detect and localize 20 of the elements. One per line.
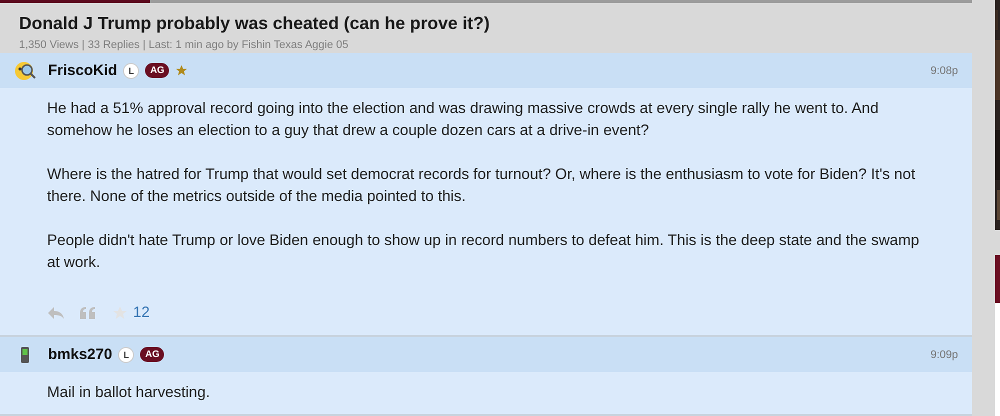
thread-meta: 1,350 Views | 33 Replies | Last: 1 min ago by Fishin Texas Aggie 05 [19, 39, 350, 52]
post-paragraph: He had a 51% approval record going into the election and was drawing massive crowds at every single rally he went to. And somehow he loses an election to a guy that drew a couple dozen cars at a drive-in event? [47, 99, 880, 141]
level-badge: L [123, 62, 140, 78]
username-link[interactable]: FriscoKid [48, 62, 118, 79]
post-time: 9:08p [930, 64, 958, 76]
like-count: 12 [133, 304, 150, 321]
quote-icon[interactable] [79, 304, 97, 320]
star-icon[interactable] [111, 304, 129, 320]
username-link[interactable]: bmks270 [48, 346, 112, 363]
level-badge: L [118, 346, 134, 362]
group-badge: AG [145, 63, 170, 78]
panel-header [995, 255, 1000, 303]
post-paragraph: People didn't hate Trump or love Biden enough to show up in record numbers to defeat him. This is the deep state and the swamp at work. [47, 231, 920, 273]
reply-icon[interactable] [47, 304, 65, 320]
magnifier-face-icon [14, 60, 36, 82]
group-badge: AG [140, 347, 164, 362]
post-paragraph: Mail in ballot harvesting. [47, 383, 211, 403]
post-time: 9:09p [930, 348, 958, 360]
thread-title: Donald J Trump probably was cheated (can he prove it?) [19, 13, 491, 34]
post-paragraph: Where is the hatred for Trump that would set democrat records for turnout? Or, where is the enthusiasm to vote for Biden? It's not there. None of the metrics outside of the media pointed to this. [47, 165, 916, 207]
